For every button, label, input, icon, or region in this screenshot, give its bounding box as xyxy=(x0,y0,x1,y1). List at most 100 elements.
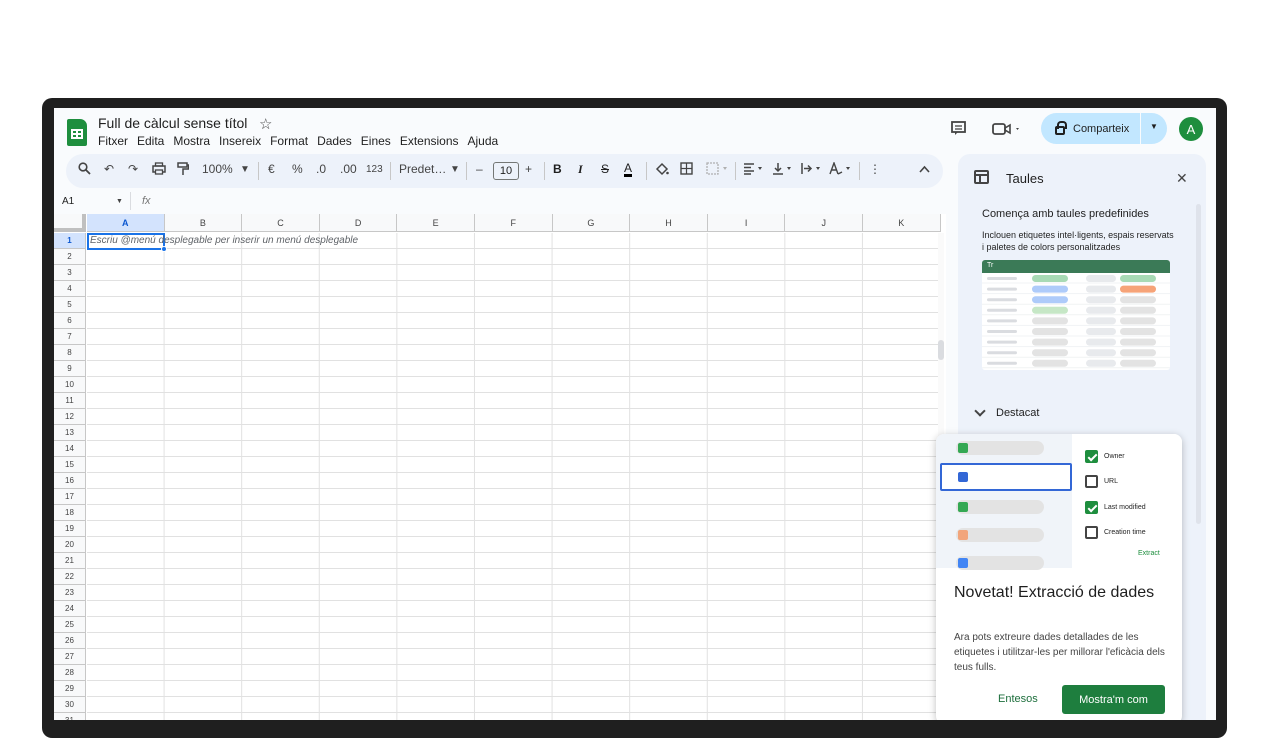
show-me-how-button[interactable]: Mostra'm com xyxy=(1062,685,1165,714)
zoom-dropdown-icon[interactable]: ▼ xyxy=(240,164,250,175)
star-icon[interactable]: ☆ xyxy=(259,115,272,133)
bold-button[interactable]: B xyxy=(553,162,562,176)
row-header[interactable]: 1 xyxy=(54,233,86,249)
row-header[interactable]: 19 xyxy=(54,521,86,537)
currency-format-button[interactable]: € xyxy=(268,162,275,176)
row-header[interactable]: 22 xyxy=(54,569,86,585)
row-header[interactable]: 10 xyxy=(54,377,86,393)
row-header[interactable]: 18 xyxy=(54,505,86,521)
row-header[interactable]: 12 xyxy=(54,409,86,425)
font-dropdown-icon[interactable]: ▼ xyxy=(450,164,460,175)
row-header[interactable]: 29 xyxy=(54,681,86,697)
cell-area[interactable] xyxy=(87,233,943,720)
scrollbar-thumb[interactable] xyxy=(938,340,944,360)
percent-format-button[interactable]: % xyxy=(292,162,303,176)
menu-view[interactable]: Mostra xyxy=(173,134,210,148)
checkbox[interactable] xyxy=(1085,475,1098,488)
column-header[interactable]: D xyxy=(319,214,398,232)
share-button[interactable]: Comparteix ▼ xyxy=(1041,113,1167,144)
column-header[interactable]: K xyxy=(863,214,941,232)
horizontal-align-icon[interactable] xyxy=(743,162,765,178)
menu-help[interactable]: Ajuda xyxy=(468,134,499,148)
font-size-decrease-button[interactable]: – xyxy=(476,162,483,176)
name-box[interactable]: A1 xyxy=(62,196,74,207)
text-wrap-icon[interactable] xyxy=(801,162,823,178)
row-header[interactable]: 11 xyxy=(54,393,86,409)
row-header[interactable]: 13 xyxy=(54,425,86,441)
row-header[interactable]: 15 xyxy=(54,457,86,473)
table-template-preview[interactable]: Tr xyxy=(982,260,1170,370)
row-header[interactable]: 7 xyxy=(54,329,86,345)
font-size-input[interactable]: 10 xyxy=(493,162,519,180)
text-color-button[interactable]: A xyxy=(624,162,633,177)
text-rotation-icon[interactable] xyxy=(829,160,853,178)
decrease-decimal-button[interactable]: .0 xyxy=(316,162,326,176)
more-formats-button[interactable]: 123 xyxy=(366,164,383,175)
row-header[interactable]: 4 xyxy=(54,281,86,297)
select-all-corner[interactable] xyxy=(54,214,86,232)
redo-icon[interactable]: ↷ xyxy=(128,162,138,176)
more-options-icon[interactable]: ⋮ xyxy=(869,162,881,176)
checkbox[interactable] xyxy=(1085,526,1098,539)
row-header[interactable]: 27 xyxy=(54,649,86,665)
collapse-toolbar-icon[interactable] xyxy=(919,162,930,176)
undo-icon[interactable]: ↶ xyxy=(104,162,114,176)
menu-data[interactable]: Dades xyxy=(317,134,352,148)
row-header[interactable]: 20 xyxy=(54,537,86,553)
column-header[interactable]: G xyxy=(552,214,631,232)
strikethrough-button[interactable]: S xyxy=(601,162,609,176)
row-header[interactable]: 28 xyxy=(54,665,86,681)
menu-format[interactable]: Format xyxy=(270,134,308,148)
row-header[interactable]: 3 xyxy=(54,265,86,281)
font-size-increase-button[interactable]: + xyxy=(525,162,532,176)
share-dropdown-icon[interactable]: ▼ xyxy=(1150,122,1158,131)
row-header[interactable]: 8 xyxy=(54,345,86,361)
row-header[interactable]: 30 xyxy=(54,697,86,713)
meet-video-icon[interactable] xyxy=(992,121,1022,141)
menu-file[interactable]: Fitxer xyxy=(98,134,128,148)
row-header[interactable]: 31 xyxy=(54,713,86,720)
menu-insert[interactable]: Insereix xyxy=(219,134,261,148)
column-header[interactable]: A xyxy=(87,214,165,232)
name-box-dropdown-icon[interactable]: ▼ xyxy=(116,198,123,205)
row-header[interactable]: 23 xyxy=(54,585,86,601)
column-header[interactable]: E xyxy=(397,214,475,232)
row-header[interactable]: 24 xyxy=(54,601,86,617)
row-header[interactable]: 6 xyxy=(54,313,86,329)
row-header[interactable]: 5 xyxy=(54,297,86,313)
menu-extensions[interactable]: Extensions xyxy=(400,134,459,148)
row-header[interactable]: 9 xyxy=(54,361,86,377)
got-it-button[interactable]: Entesos xyxy=(998,693,1038,705)
increase-decimal-button[interactable]: .00 xyxy=(340,162,357,176)
column-header[interactable]: F xyxy=(475,214,553,232)
borders-icon[interactable] xyxy=(680,162,693,178)
row-header[interactable]: 21 xyxy=(54,553,86,569)
checkbox-row-url[interactable]: URL xyxy=(1085,475,1118,488)
search-menus-icon[interactable] xyxy=(78,162,91,178)
fill-color-icon[interactable] xyxy=(655,162,669,179)
italic-button[interactable]: I xyxy=(578,162,583,177)
close-icon[interactable]: ✕ xyxy=(1176,170,1188,187)
column-header[interactable]: B xyxy=(164,214,243,232)
row-header[interactable]: 16 xyxy=(54,473,86,489)
row-header[interactable]: 2 xyxy=(54,249,86,265)
checkbox-row-owner[interactable]: Owner xyxy=(1085,450,1125,463)
checkbox-row-last-modified[interactable]: Last modified xyxy=(1085,501,1146,514)
checkbox-row-creation-time[interactable]: Creation time xyxy=(1085,526,1146,539)
featured-section-toggle[interactable]: Destacat xyxy=(974,405,1039,419)
zoom-select[interactable]: 100% xyxy=(202,162,233,176)
row-header[interactable]: 17 xyxy=(54,489,86,505)
row-header[interactable]: 14 xyxy=(54,441,86,457)
print-icon[interactable] xyxy=(152,162,166,178)
checkbox[interactable] xyxy=(1085,450,1098,463)
avatar[interactable]: A xyxy=(1179,117,1203,141)
column-header[interactable]: H xyxy=(630,214,708,232)
document-title[interactable]: Full de càlcul sense títol xyxy=(98,115,247,131)
column-header[interactable]: J xyxy=(785,214,863,232)
merge-cells-icon[interactable] xyxy=(706,162,730,178)
row-header[interactable]: 26 xyxy=(54,633,86,649)
row-header[interactable]: 25 xyxy=(54,617,86,633)
comments-icon[interactable] xyxy=(950,120,967,141)
paint-format-icon[interactable] xyxy=(177,162,190,179)
column-header[interactable]: C xyxy=(242,214,320,232)
